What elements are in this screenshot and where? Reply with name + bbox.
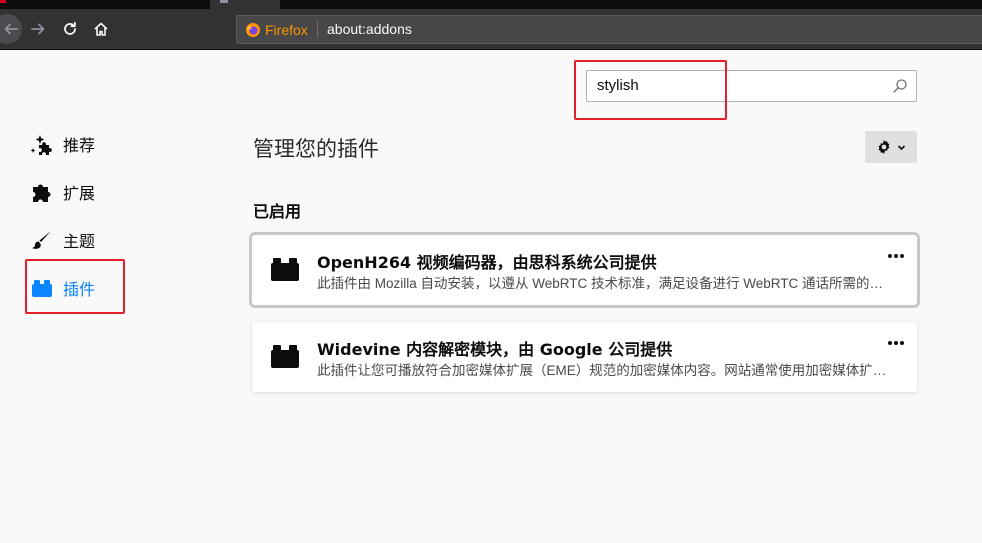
plugin-card-widevine[interactable]: Widevine 内容解密模块，由 Google 公司提供 此插件让您可播放符合… <box>252 322 917 392</box>
reload-icon <box>64 21 76 35</box>
brush-icon <box>30 228 54 252</box>
more-dot-icon <box>900 254 904 258</box>
identity-box[interactable]: Firefox <box>245 16 308 43</box>
plugin-name: Widevine 内容解密模块，由 Google 公司提供 <box>317 340 673 359</box>
plugin-block-icon <box>271 258 299 281</box>
gear-icon <box>878 140 890 154</box>
identity-label: Firefox <box>265 21 308 38</box>
more-dot-icon <box>900 341 904 345</box>
puzzle-icon <box>30 180 54 204</box>
back-button[interactable] <box>0 14 22 44</box>
section-title-enabled: 已启用 <box>253 202 302 221</box>
sidebar-item-themes[interactable]: 主题 <box>30 224 95 256</box>
plugin-card-openh264[interactable]: OpenH264 视频编码器，由思科系统公司提供 此插件由 Mozilla 自动… <box>252 235 917 305</box>
plugin-name: OpenH264 视频编码器，由思科系统公司提供 <box>317 253 657 272</box>
firefox-logo-icon <box>246 22 260 37</box>
sidebar-item-label: 插件 <box>63 280 96 299</box>
search-value[interactable]: stylish <box>597 71 639 101</box>
tab-close-indicator <box>0 0 6 3</box>
more-dot-icon <box>888 254 892 258</box>
more-dot-icon <box>894 341 898 345</box>
tab-favicon <box>220 0 228 3</box>
more-dot-icon <box>894 254 898 258</box>
sidebar-item-label: 主题 <box>63 232 96 251</box>
reload-button[interactable] <box>58 17 82 41</box>
url-separator <box>317 21 318 38</box>
search-addons-input[interactable]: stylish <box>586 70 917 102</box>
plugin-block-icon <box>30 276 54 300</box>
tools-menu-button[interactable] <box>865 131 917 163</box>
sidebar-item-extensions[interactable]: 扩展 <box>30 176 95 208</box>
forward-arrow-icon <box>31 23 45 35</box>
plugin-description: 此插件由 Mozilla 自动安装，以遵从 WebRTC 技术标准，满足设备进行… <box>317 276 887 291</box>
url-text[interactable]: about:addons <box>327 16 412 43</box>
search-icon[interactable] <box>892 78 908 94</box>
plugin-description: 此插件让您可播放符合加密媒体扩展（EME）规范的加密媒体内容。网站通常使用加密媒… <box>317 363 887 378</box>
sidebar-item-label: 推荐 <box>63 136 96 155</box>
more-dot-icon <box>888 341 892 345</box>
home-button[interactable] <box>89 17 113 41</box>
sidebar-item-label: 扩展 <box>63 184 96 203</box>
more-options-button[interactable] <box>885 336 907 350</box>
url-bar[interactable]: Firefox about:addons <box>236 15 982 44</box>
page-title: 管理您的插件 <box>253 137 379 161</box>
sidebar-item-recommendations[interactable]: 推荐 <box>30 128 95 160</box>
navigation-toolbar: Firefox about:addons <box>0 9 982 50</box>
plugin-block-icon <box>271 345 299 368</box>
more-options-button[interactable] <box>885 249 907 263</box>
sparkle-puzzle-icon <box>30 132 54 156</box>
forward-button[interactable] <box>26 17 50 41</box>
back-arrow-icon <box>4 23 18 35</box>
home-icon <box>94 22 108 36</box>
sidebar-item-plugins[interactable]: 插件 <box>30 272 95 304</box>
chevron-down-icon <box>897 144 906 150</box>
tab-strip <box>0 0 982 9</box>
